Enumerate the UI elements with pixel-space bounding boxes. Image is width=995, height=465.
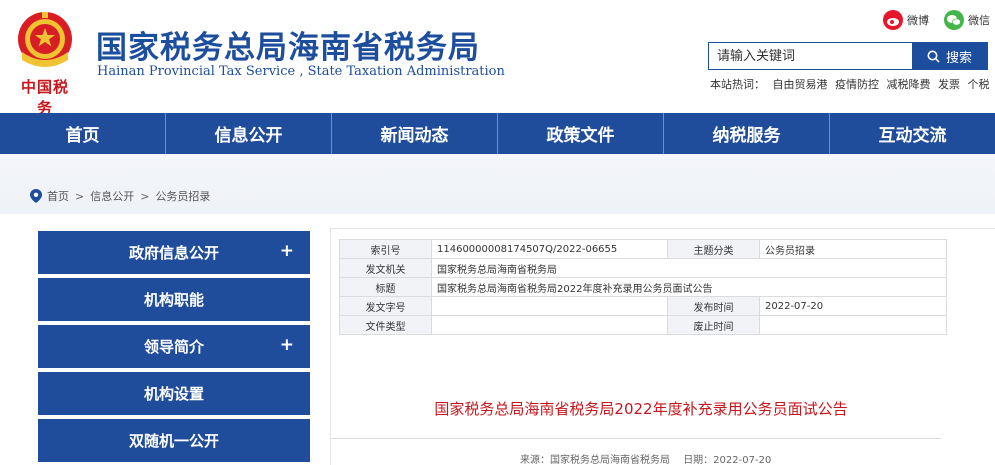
breadcrumb-home[interactable]: 首页 [47,188,69,204]
expand-plus-icon[interactable]: + [280,241,294,261]
meta-value: 国家税务总局海南省税务局2022年度补充录用公务员面试公告 [431,277,947,297]
meta-value [431,296,668,316]
sidebar-item-double-random[interactable]: 双随机一公开 [38,419,310,462]
search-box: 搜索 [708,42,988,70]
meta-label: 发布时间 [667,296,760,316]
weibo-icon [883,10,903,30]
wechat-link[interactable]: 微信 [944,10,990,30]
sidebar-item-leaders[interactable]: 领导简介 + [38,325,310,368]
breadcrumb-separator: > [75,189,85,203]
sidebar-item-label: 政府信息公开 [128,244,219,262]
main-nav: 首页 信息公开 新闻动态 政策文件 纳税服务 互动交流 [0,113,995,154]
search-input[interactable] [709,43,912,69]
hotword-link[interactable]: 减税降费 [887,78,931,91]
search-button-label: 搜索 [945,50,972,66]
expand-plus-icon[interactable]: + [280,335,294,355]
article-source: 来源：国家税务总局海南省税务局 日期：2022-07-20 [520,451,781,465]
sidebar-item-label: 机构设置 [143,385,204,403]
wechat-label: 微信 [968,14,990,27]
meta-value: 国家税务总局海南省税务局 [431,258,947,278]
table-row: 索引号 11460000008174507Q/2022-06655 主题分类 公… [339,239,947,259]
meta-value [759,315,947,335]
meta-label: 主题分类 [667,239,760,259]
nav-item-info-disclosure[interactable]: 信息公开 [165,113,331,154]
search-icon [927,50,940,63]
meta-value: 11460000008174507Q/2022-06655 [431,239,668,259]
breadcrumb: 首页 > 信息公开 > 公务员招录 [30,188,210,204]
sidebar-item-functions[interactable]: 机构职能 [38,278,310,321]
site-title[interactable]: 国家税务总局海南省税务局 [96,22,480,67]
search-button[interactable]: 搜索 [912,43,987,69]
table-row: 发文字号 发布时间 2022-07-20 [339,296,947,316]
sidebar-item-gov-info[interactable]: 政府信息公开 + [38,231,310,274]
emblem-caption: 中国税务 [20,78,69,117]
table-row: 标题 国家税务总局海南省税务局2022年度补充录用公务员面试公告 [339,277,947,297]
table-row: 发文机关 国家税务总局海南省税务局 [339,258,947,278]
breadcrumb-separator: > [140,189,150,203]
source-label: 来源：国家税务总局海南省税务局 [520,455,670,465]
meta-label: 发文字号 [339,296,432,316]
meta-value: 公务员招录 [759,239,947,259]
site-header: 中国税务 国家税务总局海南省税务局 Hainan Provincial Tax … [0,0,995,117]
site-subtitle: Hainan Provincial Tax Service , State Ta… [97,64,505,79]
weibo-label: 微博 [907,14,929,27]
sidebar-item-label: 双随机一公开 [128,432,219,450]
meta-label: 标题 [339,277,432,297]
breadcrumb-current[interactable]: 公务员招录 [155,188,210,204]
hotword-link[interactable]: 自由贸易港 [773,78,828,91]
divider [331,438,941,439]
hotwords-label: 本站热词： [710,78,765,91]
nav-item-policy[interactable]: 政策文件 [497,113,663,154]
document-meta-table: 索引号 11460000008174507Q/2022-06655 主题分类 公… [339,239,947,335]
table-row: 文件类型 废止时间 [339,315,947,335]
nav-item-interaction[interactable]: 互动交流 [829,113,995,154]
hotword-link[interactable]: 个税 [968,78,990,91]
meta-value [431,315,668,335]
page: 中国税务 国家税务总局海南省税务局 Hainan Provincial Tax … [0,0,995,465]
sidebar-item-structure[interactable]: 机构设置 [38,372,310,415]
weibo-link[interactable]: 微博 [883,10,929,30]
hotwords: 本站热词： 自由贸易港 疫情防控 减税降费 发票 个税 [710,76,994,92]
location-pin-icon [30,189,42,203]
hotword-link[interactable]: 发票 [938,78,960,91]
meta-value: 2022-07-20 [759,296,947,316]
meta-label: 发文机关 [339,258,432,278]
wechat-icon [944,10,964,30]
sidebar-item-label: 机构职能 [143,291,204,309]
meta-label: 文件类型 [339,315,432,335]
nav-item-tax-service[interactable]: 纳税服务 [663,113,829,154]
tax-emblem-icon [18,12,72,67]
sidebar-item-label: 领导简介 [143,338,204,356]
nav-item-home[interactable]: 首页 [0,113,165,154]
sidebar: 政府信息公开 + 机构职能 领导简介 + 机构设置 双随机一公开 [38,231,310,465]
meta-label: 废止时间 [667,315,760,335]
hotword-link[interactable]: 疫情防控 [835,78,879,91]
nav-item-news[interactable]: 新闻动态 [331,113,497,154]
meta-label: 索引号 [339,239,432,259]
article-title: 国家税务总局海南省税务局2022年度补充录用公务员面试公告 [434,400,848,418]
breadcrumb-info-disclosure[interactable]: 信息公开 [90,188,134,204]
breadcrumb-band [0,154,995,214]
date-label: 日期：2022-07-20 [683,455,772,465]
